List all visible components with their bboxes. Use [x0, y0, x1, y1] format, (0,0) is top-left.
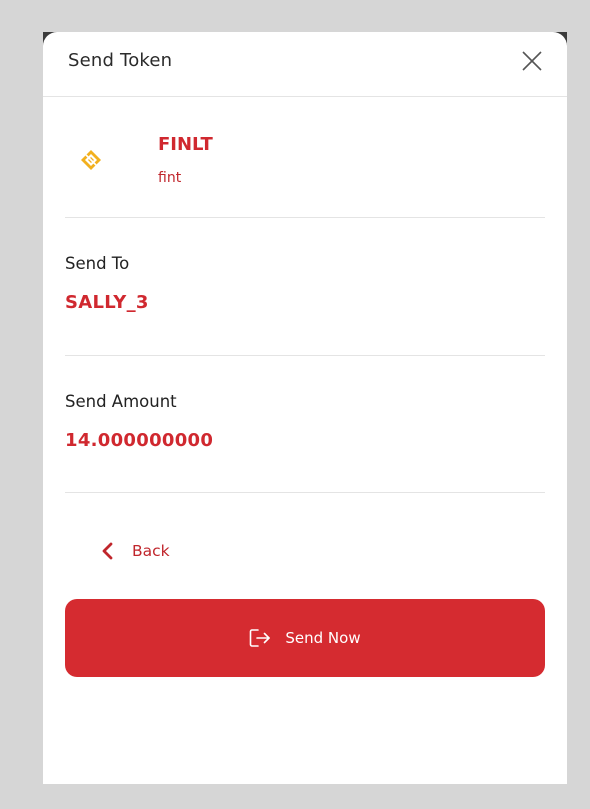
send-to-section: Send To SALLY_3: [65, 218, 545, 356]
back-button[interactable]: Back: [100, 537, 170, 565]
logout-icon: [250, 629, 271, 647]
close-icon: [522, 51, 542, 71]
send-amount-label: Send Amount: [65, 392, 177, 411]
send-token-modal: Send Token FINLT fint Send To SALLY_3 Se…: [43, 32, 567, 784]
modal-title: Send Token: [68, 50, 173, 71]
token-name: fint: [158, 170, 182, 186]
send-amount-section: Send Amount 14.000000000: [65, 356, 545, 493]
send-to-label: Send To: [65, 254, 130, 273]
chevron-left-icon: [102, 542, 113, 560]
modal-header: Send Token: [43, 32, 567, 97]
token-symbol: FINLT: [158, 134, 213, 155]
back-label: Back: [132, 542, 170, 560]
token-info: FINLT fint: [65, 96, 545, 218]
send-to-value: SALLY_3: [65, 292, 149, 313]
send-now-label: Send Now: [285, 629, 361, 647]
send-now-button[interactable]: Send Now: [65, 599, 545, 677]
send-amount-value: 14.000000000: [65, 430, 214, 451]
token-logo: [80, 149, 102, 171]
close-button[interactable]: [521, 50, 543, 72]
diamond-logo-icon: [81, 150, 101, 170]
